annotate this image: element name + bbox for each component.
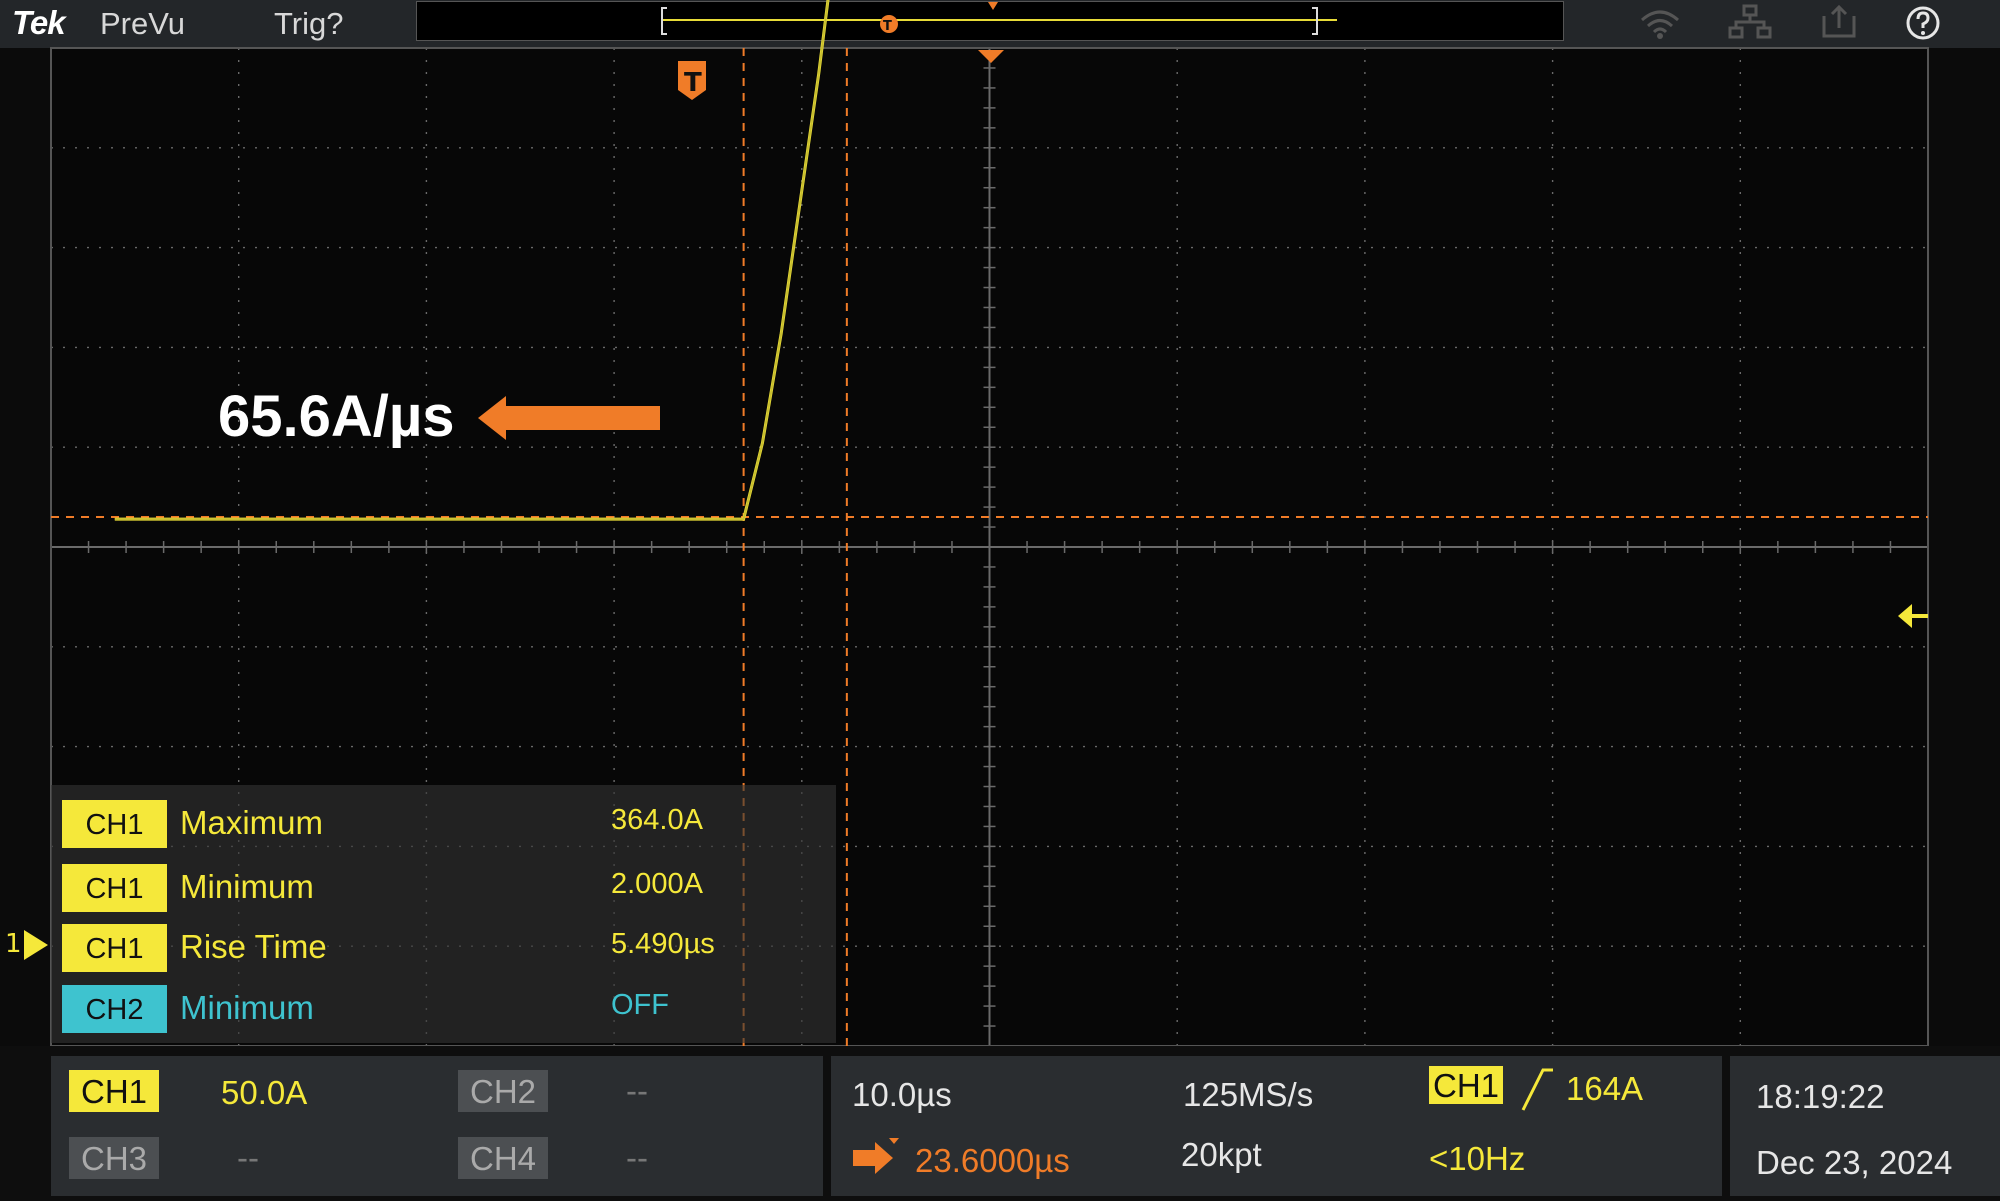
horizontal-trigger-panel[interactable]: 10.0µs 125MS/s 20kpt 23.6000µs CH1 164A … xyxy=(831,1056,1722,1196)
ch1-scale: 50.0A xyxy=(221,1074,308,1111)
ch4-button[interactable]: CH4 xyxy=(458,1137,548,1179)
measurement-name: Rise Time xyxy=(180,928,327,965)
channels-panel: CH1 50.0A CH2 -- CH3 -- CH4 -- xyxy=(51,1056,823,1196)
measurement-name: Maximum xyxy=(180,804,324,841)
record-length-value: 20kpt xyxy=(1181,1136,1262,1173)
measurement-value: 2.000A xyxy=(611,868,703,900)
measurement-channel-badge: CH1 xyxy=(62,800,167,848)
trigger-marker-icon: T xyxy=(678,61,706,100)
ch4-scale: -- xyxy=(626,1139,648,1176)
clock-date: Dec 23, 2024 xyxy=(1756,1144,1953,1181)
measurement-channel-badge: CH2 xyxy=(62,985,167,1033)
delay-value[interactable]: 23.6000µs xyxy=(915,1142,1070,1180)
measurement-value: 5.490µs xyxy=(611,928,715,960)
ch3-scale: -- xyxy=(237,1139,259,1176)
measurement-name: Minimum xyxy=(180,868,314,905)
ch1-button[interactable]: CH1 xyxy=(69,1070,159,1112)
trigger-frequency-value: <10Hz xyxy=(1429,1140,1526,1177)
measurement-value: 364.0A xyxy=(611,804,703,836)
trigger-position-marker xyxy=(978,50,1004,63)
trigger-marker-label: T xyxy=(684,68,702,98)
ch2-button[interactable]: CH2 xyxy=(458,1070,548,1112)
rising-edge-icon xyxy=(1521,1066,1555,1117)
ch1-ground-label: 1 xyxy=(5,929,22,959)
clock-panel: 18:19:22 Dec 23, 2024 xyxy=(1730,1056,2000,1196)
trigger-source-badge[interactable]: CH1 xyxy=(1429,1066,1503,1104)
slew-rate-arrow xyxy=(478,396,660,440)
slew-rate-annotation: 65.6A/µs xyxy=(218,384,455,449)
status-bar: CH1 50.0A CH2 -- CH3 -- CH4 -- 10.0µs 12… xyxy=(0,1046,2000,1201)
timebase-value[interactable]: 10.0µs xyxy=(852,1076,952,1114)
measurements-panel[interactable]: CH1 Maximum 364.0A CH1 Minimum 2.000A CH… xyxy=(51,785,836,1043)
clock-time: 18:19:22 xyxy=(1756,1078,1885,1115)
measurement-channel-badge: CH1 xyxy=(62,864,167,912)
measurement-value: OFF xyxy=(611,989,669,1021)
ch3-button[interactable]: CH3 xyxy=(69,1137,159,1179)
ch1-ground-marker xyxy=(24,930,48,960)
delay-arrow-icon xyxy=(853,1138,901,1183)
sample-rate-value: 125MS/s xyxy=(1183,1076,1314,1113)
measurement-name: Minimum xyxy=(180,989,314,1026)
trigger-level-value[interactable]: 164A xyxy=(1566,1070,1643,1108)
ch2-scale: -- xyxy=(626,1072,648,1109)
trigger-level-arrow xyxy=(1898,604,1928,628)
measurement-channel-badge: CH1 xyxy=(62,924,167,972)
